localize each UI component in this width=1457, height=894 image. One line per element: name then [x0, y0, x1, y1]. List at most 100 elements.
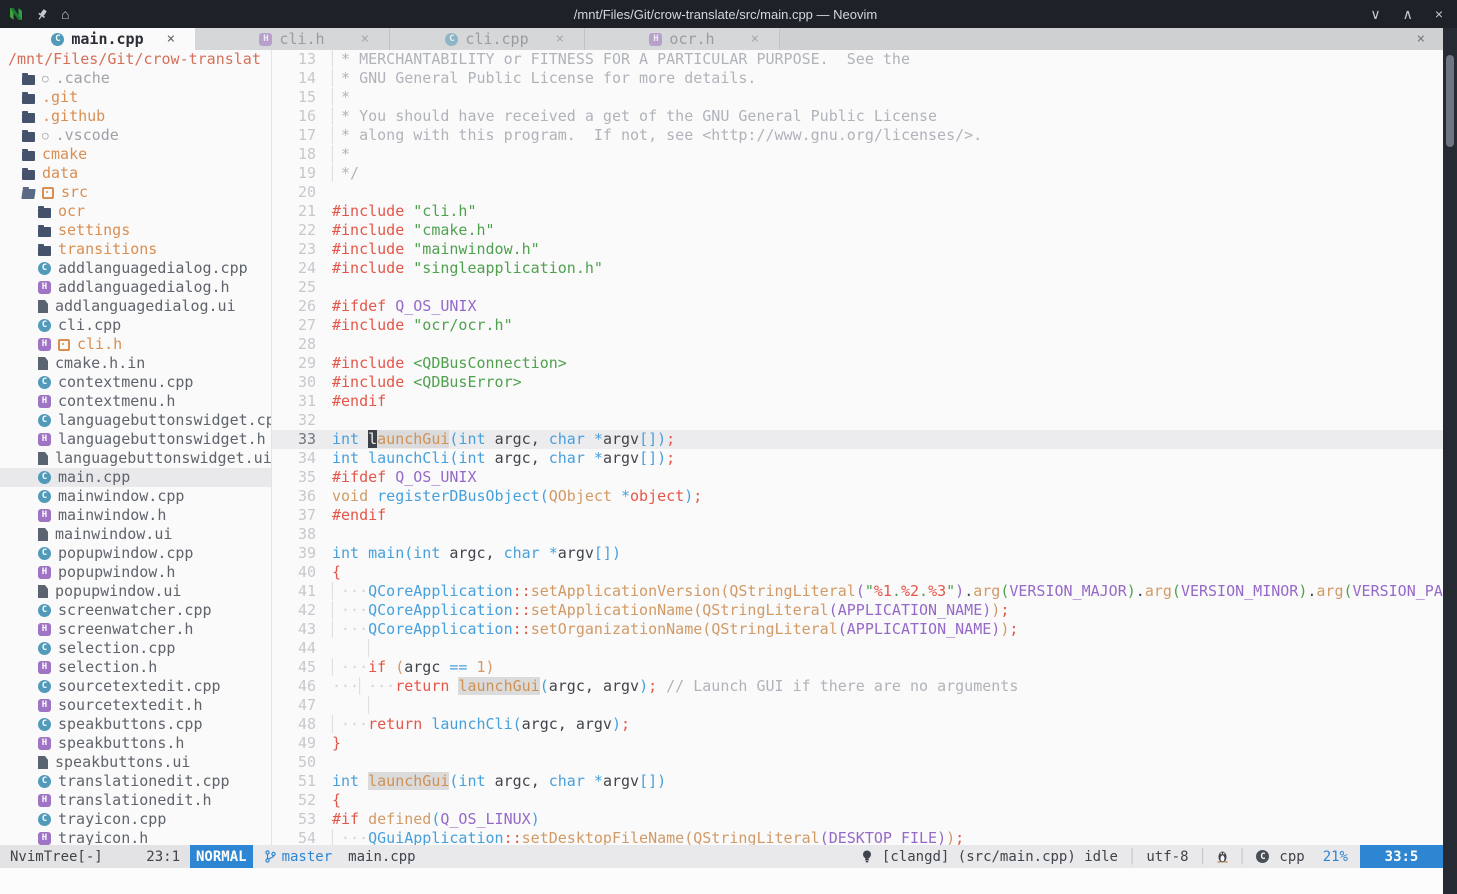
tree-item-translationedit.cpp[interactable]: Ctranslationedit.cpp — [0, 772, 271, 791]
tree-item-speakbuttons.h[interactable]: Hspeakbuttons.h — [0, 734, 271, 753]
tab-ocr.h[interactable]: Hocr.h × — [585, 28, 780, 50]
tree-item-languagebuttonswidget.h[interactable]: Hlanguagebuttonswidget.h — [0, 430, 271, 449]
code-line-30[interactable]: 30 #include <QDBusError> — [272, 373, 1443, 392]
code-line-15[interactable]: 15 ▏* — [272, 88, 1443, 107]
code-line-39[interactable]: 39 int main(int argc, char *argv[]) — [272, 544, 1443, 563]
tree-item-cmake[interactable]: cmake — [0, 145, 271, 164]
code-line-29[interactable]: 29 #include <QDBusConnection> — [272, 354, 1443, 373]
code-line-45[interactable]: 45 ▏···if (argc == 1) — [272, 658, 1443, 677]
tree-item-main.cpp[interactable]: Cmain.cpp — [0, 468, 271, 487]
restore-down-icon[interactable]: ∨ — [1370, 6, 1380, 23]
code-line-40[interactable]: 40 { — [272, 563, 1443, 582]
tree-item-cmake.h.in[interactable]: cmake.h.in — [0, 354, 271, 373]
code-line-37[interactable]: 37 #endif — [272, 506, 1443, 525]
code-line-32[interactable]: 32 — [272, 411, 1443, 430]
pin-icon[interactable] — [36, 8, 49, 21]
tree-item-contextmenu.cpp[interactable]: Ccontextmenu.cpp — [0, 373, 271, 392]
code-line-31[interactable]: 31 #endif — [272, 392, 1443, 411]
code-line-13[interactable]: 13 ▏* MERCHANTABILITY or FITNESS FOR A PA… — [272, 50, 1443, 69]
tree-item-mainwindow.cpp[interactable]: Cmainwindow.cpp — [0, 487, 271, 506]
close-tab-icon[interactable]: × — [167, 31, 175, 47]
tree-item-trayicon.h[interactable]: Htrayicon.h — [0, 829, 271, 845]
tree-item-sourcetextedit.h[interactable]: Hsourcetextedit.h — [0, 696, 271, 715]
tree-item-src[interactable]: src — [0, 183, 271, 202]
code-line-16[interactable]: 16 ▏* You should have received a get of t… — [272, 107, 1443, 126]
tab-cli.cpp[interactable]: Ccli.cpp × — [390, 28, 585, 50]
close-tab-icon[interactable]: × — [361, 31, 369, 47]
close-tab-icon[interactable]: × — [751, 31, 759, 47]
tree-root-path[interactable]: /mnt/Files/Git/crow-translat — [0, 50, 271, 69]
tree-item-screenwatcher.cpp[interactable]: Cscreenwatcher.cpp — [0, 601, 271, 620]
code-line-52[interactable]: 52 { — [272, 791, 1443, 810]
code-line-28[interactable]: 28 — [272, 335, 1443, 354]
tree-item-selection.h[interactable]: Hselection.h — [0, 658, 271, 677]
code-line-50[interactable]: 50 — [272, 753, 1443, 772]
code-line-49[interactable]: 49} — [272, 734, 1443, 753]
code-line-18[interactable]: 18 ▏* — [272, 145, 1443, 164]
tree-item-cli.h[interactable]: Hcli.h — [0, 335, 271, 354]
tree-item-.github[interactable]: .github — [0, 107, 271, 126]
code-line-20[interactable]: 20 — [272, 183, 1443, 202]
tabbar-close-icon[interactable]: × — [1417, 28, 1425, 50]
tree-item-contextmenu.h[interactable]: Hcontextmenu.h — [0, 392, 271, 411]
code-line-42[interactable]: 42 ▏···QCoreApplication::setApplicationNa… — [272, 601, 1443, 620]
code-line-35[interactable]: 35 #ifdef Q_OS_UNIX — [272, 468, 1443, 487]
tree-item-languagebuttonswidget.cp[interactable]: Clanguagebuttonswidget.cp — [0, 411, 271, 430]
tree-item-selection.cpp[interactable]: Cselection.cpp — [0, 639, 271, 658]
tree-item-addlanguagedialog.cpp[interactable]: Caddlanguagedialog.cpp — [0, 259, 271, 278]
code-line-48[interactable]: 48 ▏···return launchCli(argc, argv); — [272, 715, 1443, 734]
code-line-25[interactable]: 25 — [272, 278, 1443, 297]
tree-item-.git[interactable]: .git — [0, 88, 271, 107]
tab-cli.h[interactable]: Hcli.h × — [195, 28, 390, 50]
tree-item-data[interactable]: data — [0, 164, 271, 183]
code-editor[interactable]: 13 ▏* MERCHANTABILITY or FITNESS FOR A PA… — [272, 50, 1443, 845]
tree-item-trayicon.cpp[interactable]: Ctrayicon.cpp — [0, 810, 271, 829]
tree-item-transitions[interactable]: transitions — [0, 240, 271, 259]
code-line-47[interactable]: 47 ▏ — [272, 696, 1443, 715]
tree-item-popupwindow.ui[interactable]: popupwindow.ui — [0, 582, 271, 601]
code-line-46[interactable]: 46 ···▏···return launchGui(argc, argv); /… — [272, 677, 1443, 696]
tree-item-addlanguagedialog.ui[interactable]: addlanguagedialog.ui — [0, 297, 271, 316]
home-icon[interactable]: ⌂ — [61, 7, 69, 21]
tree-item-mainwindow.ui[interactable]: mainwindow.ui — [0, 525, 271, 544]
close-window-icon[interactable]: × — [1435, 6, 1443, 23]
tab-main.cpp[interactable]: Cmain.cpp × — [0, 28, 195, 50]
tree-item-.vscode[interactable]: ○ .vscode — [0, 126, 271, 145]
tree-item-mainwindow.h[interactable]: Hmainwindow.h — [0, 506, 271, 525]
code-line-51[interactable]: 51 int launchGui(int argc, char *argv[]) — [272, 772, 1443, 791]
tree-item-popupwindow.cpp[interactable]: Cpopupwindow.cpp — [0, 544, 271, 563]
code-line-33[interactable]: 33 int launchGui(int argc, char *argv[]); — [272, 430, 1443, 449]
maximize-icon[interactable]: ∧ — [1403, 6, 1413, 23]
tree-item-speakbuttons.ui[interactable]: speakbuttons.ui — [0, 753, 271, 772]
tree-item-popupwindow.h[interactable]: Hpopupwindow.h — [0, 563, 271, 582]
scrollbar-thumb[interactable] — [1446, 55, 1454, 147]
tree-item-languagebuttonswidget.ui[interactable]: languagebuttonswidget.ui — [0, 449, 271, 468]
tree-item-translationedit.h[interactable]: Htranslationedit.h — [0, 791, 271, 810]
code-line-21[interactable]: 21 #include "cli.h" — [272, 202, 1443, 221]
code-line-14[interactable]: 14 ▏* GNU General Public License for more… — [272, 69, 1443, 88]
tree-item-cli.cpp[interactable]: Ccli.cpp — [0, 316, 271, 335]
code-line-38[interactable]: 38 — [272, 525, 1443, 544]
tree-item-sourcetextedit.cpp[interactable]: Csourcetextedit.cpp — [0, 677, 271, 696]
tree-item-screenwatcher.h[interactable]: Hscreenwatcher.h — [0, 620, 271, 639]
code-line-23[interactable]: 23 #include "mainwindow.h" — [272, 240, 1443, 259]
code-line-43[interactable]: 43 ▏···QCoreApplication::setOrganizationN… — [272, 620, 1443, 639]
tree-item-.cache[interactable]: ○ .cache — [0, 69, 271, 88]
command-line[interactable] — [0, 868, 1443, 894]
tree-item-addlanguagedialog.h[interactable]: Haddlanguagedialog.h — [0, 278, 271, 297]
code-line-17[interactable]: 17 ▏* along with this program. If not, se… — [272, 126, 1443, 145]
tree-item-ocr[interactable]: ocr — [0, 202, 271, 221]
close-tab-icon[interactable]: × — [556, 31, 564, 47]
code-line-54[interactable]: 54 ▏···QGuiApplication::setDesktopFileNam… — [272, 829, 1443, 845]
code-line-19[interactable]: 19 ▏*/ — [272, 164, 1443, 183]
file-tree[interactable]: /mnt/Files/Git/crow-translat ○ .cache .git… — [0, 50, 272, 845]
code-line-44[interactable]: 44 ▏ — [272, 639, 1443, 658]
code-line-53[interactable]: 53 #if defined(Q_OS_LINUX) — [272, 810, 1443, 829]
code-line-36[interactable]: 36 void registerDBusObject(QObject *objec… — [272, 487, 1443, 506]
code-line-34[interactable]: 34 int launchCli(int argc, char *argv[]); — [272, 449, 1443, 468]
tree-item-speakbuttons.cpp[interactable]: Cspeakbuttons.cpp — [0, 715, 271, 734]
code-line-27[interactable]: 27 #include "ocr/ocr.h" — [272, 316, 1443, 335]
code-line-24[interactable]: 24 #include "singleapplication.h" — [272, 259, 1443, 278]
scrollbar-track[interactable] — [1443, 28, 1457, 894]
code-line-26[interactable]: 26 #ifdef Q_OS_UNIX — [272, 297, 1443, 316]
